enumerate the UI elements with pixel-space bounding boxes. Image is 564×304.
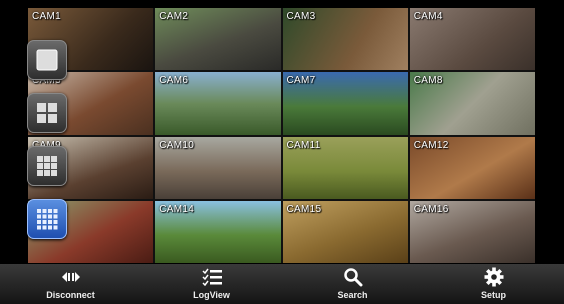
camera-label: CAM11 xyxy=(286,139,321,151)
nine-view-button[interactable] xyxy=(27,146,67,186)
camera-tile[interactable]: CAM15 xyxy=(282,200,408,263)
single-view-icon xyxy=(36,49,58,71)
logview-label: LogView xyxy=(193,290,230,300)
camera-label: CAM3 xyxy=(286,11,316,22)
camera-label: CAM8 xyxy=(413,75,443,87)
camera-tile[interactable]: CAM14 xyxy=(155,200,281,263)
camera-label: CAM14 xyxy=(159,203,195,215)
sixteen-view-icon xyxy=(37,209,58,230)
camera-tile[interactable]: CAM12 xyxy=(409,136,535,199)
search-button[interactable]: Search xyxy=(282,264,423,304)
camera-tile[interactable]: CAM3 xyxy=(282,8,408,71)
gear-icon xyxy=(484,267,503,287)
camera-tile[interactable]: CAM4 xyxy=(409,8,535,71)
camera-label: CAM15 xyxy=(286,203,322,215)
camera-label: CAM2 xyxy=(159,11,189,22)
camera-tile[interactable]: CAM16 xyxy=(409,200,535,263)
setup-button[interactable]: Setup xyxy=(423,264,564,304)
quad-view-icon xyxy=(37,103,57,123)
search-icon xyxy=(343,268,362,287)
bottom-toolbar: Disconnect LogView Search Setup xyxy=(0,264,564,304)
disconnect-icon xyxy=(61,272,80,282)
camera-tile[interactable]: CAM11 xyxy=(282,136,408,199)
camera-label: CAM1 xyxy=(32,11,61,22)
setup-label: Setup xyxy=(480,290,506,300)
list-icon xyxy=(201,268,222,286)
camera-tile[interactable]: CAM6 xyxy=(155,72,281,135)
view-layout-buttons xyxy=(27,40,73,252)
quad-view-button[interactable] xyxy=(27,93,67,133)
camera-label: CAM7 xyxy=(286,75,316,87)
camera-label: CAM16 xyxy=(413,203,449,215)
camera-label: CAM4 xyxy=(413,11,443,22)
camera-tile[interactable]: CAM10 xyxy=(155,136,281,199)
single-view-button[interactable] xyxy=(27,40,67,80)
camera-label: CAM12 xyxy=(413,139,449,151)
camera-tile[interactable]: CAM7 xyxy=(282,72,408,135)
camera-label: CAM6 xyxy=(159,75,189,87)
nine-view-icon xyxy=(37,156,57,176)
logview-button[interactable]: LogView xyxy=(141,264,282,304)
camera-label: CAM10 xyxy=(159,139,195,151)
camera-grid: CAM1 CAM2 CAM3 CAM4 CAM5 CAM6 CAM7 CAM8 CAM9 CAM1… xyxy=(28,8,535,263)
camera-tile[interactable]: CAM8 xyxy=(409,72,535,135)
search-label: Search xyxy=(337,290,368,300)
sixteen-view-button[interactable] xyxy=(27,199,67,239)
camera-tile[interactable]: CAM2 xyxy=(155,8,281,71)
disconnect-label: Disconnect xyxy=(46,290,95,300)
disconnect-button[interactable]: Disconnect xyxy=(0,264,141,304)
